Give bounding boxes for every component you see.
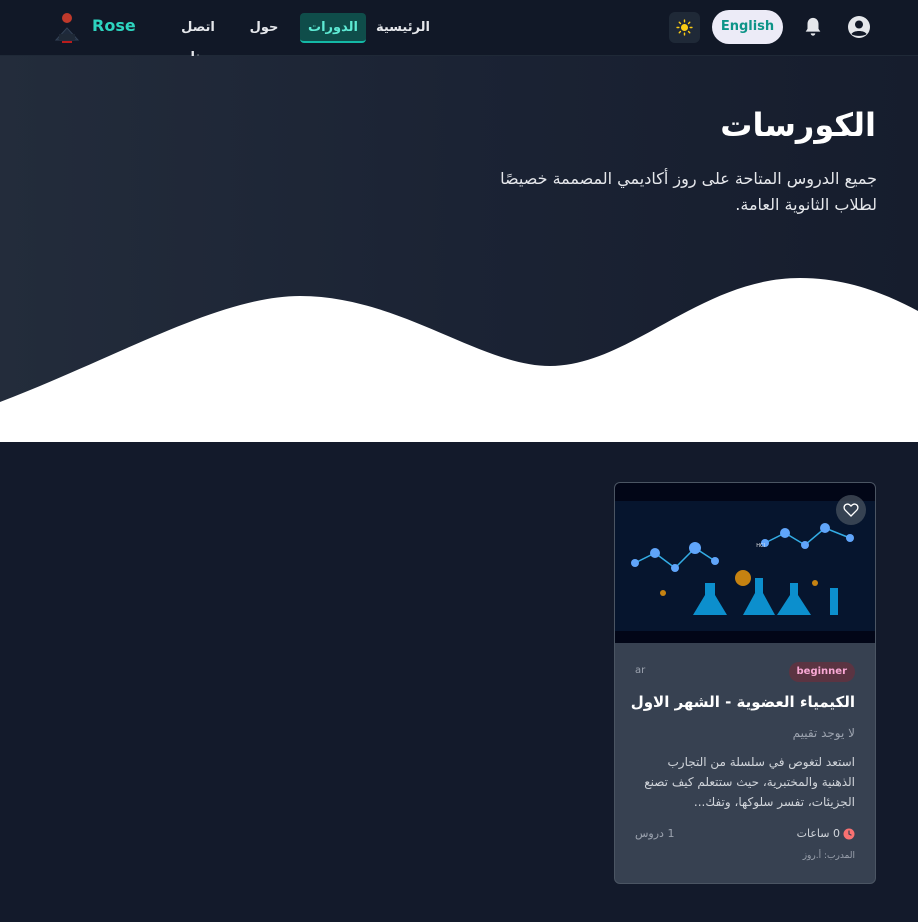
page-title: الكورسات xyxy=(720,106,876,144)
user-icon[interactable] xyxy=(847,15,871,39)
course-hours: 0 ساعات xyxy=(796,827,840,840)
course-language: ar xyxy=(635,665,646,676)
course-instructor: المدرب: أ.روز xyxy=(802,851,855,861)
page-subtitle: جميع الدروس المتاحة على روز أكاديمي المص… xyxy=(500,169,877,214)
rose-logo-icon[interactable] xyxy=(50,10,84,46)
heart-icon xyxy=(843,503,859,517)
svg-text:HCI: HCI xyxy=(756,543,765,549)
nav-link-courses[interactable]: الدورات xyxy=(300,13,366,43)
nav-link-home[interactable]: الرئيسية xyxy=(376,13,430,43)
course-description: استعد لتغوص في سلسلة من التجارب الذهنية … xyxy=(644,755,855,809)
theme-toggle-button[interactable] xyxy=(669,12,700,43)
language-toggle-button[interactable]: English xyxy=(712,10,783,44)
clock-icon xyxy=(843,828,855,839)
brand-name[interactable]: Rose xyxy=(92,16,136,35)
course-card[interactable]: HCI beginner ar الكيمياء العضوية - الشهر… xyxy=(614,482,876,884)
nav-link-about[interactable]: حول xyxy=(248,13,280,43)
nav-link-contact[interactable]: اتصل بنا xyxy=(174,13,222,65)
course-rating: لا يوجد تقييم xyxy=(792,726,855,740)
favorite-button[interactable] xyxy=(836,495,866,525)
level-badge: beginner xyxy=(788,662,855,682)
navbar: Rose الرئيسية الدورات حول اتصل بنا Engli… xyxy=(0,0,918,65)
course-duration: 0 ساعات xyxy=(797,827,855,840)
course-title[interactable]: الكيمياء العضوية - الشهر الاول xyxy=(631,693,855,711)
hero-section: الكورسات جميع الدروس المتاحة على روز أكا… xyxy=(0,56,918,442)
sun-icon xyxy=(676,19,693,36)
bell-icon[interactable] xyxy=(802,16,824,38)
course-lessons: 1 دروس xyxy=(635,827,675,840)
